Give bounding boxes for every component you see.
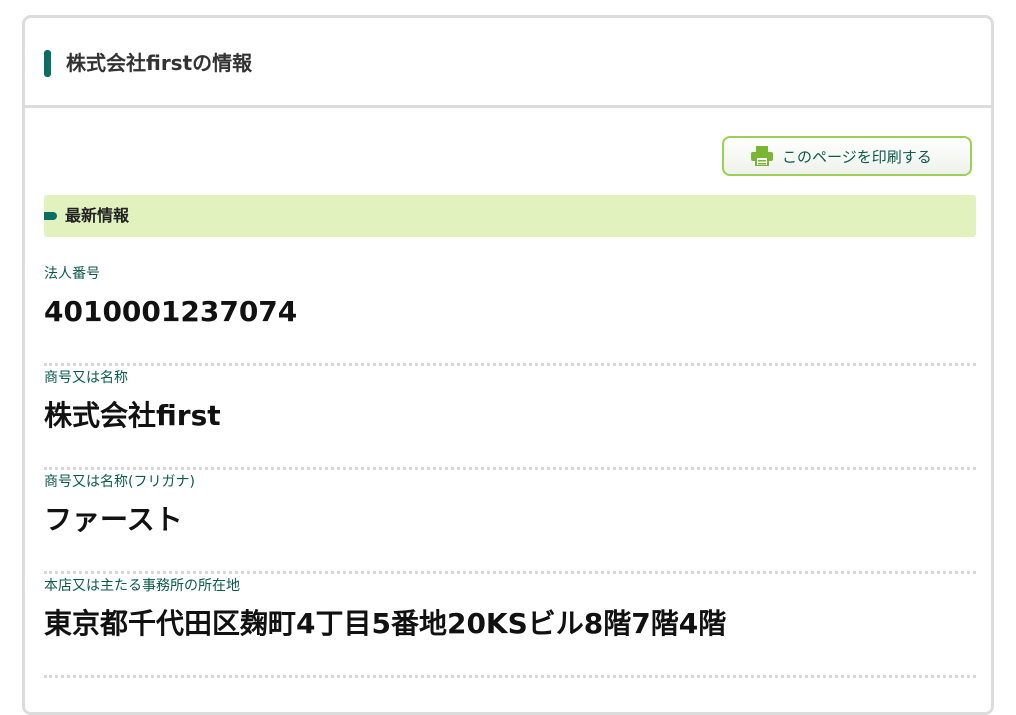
section-title: 最新情報 [65, 206, 130, 225]
field-value: 株式会社first [44, 399, 221, 432]
panel-header: 株式会社firstの情報 [25, 18, 991, 108]
field-value: 東京都千代田区麹町4丁目5番地20KSビル8階7階4階 [44, 607, 727, 640]
print-button-label: このページを印刷する [782, 147, 932, 166]
field-company-name: 商号又は名称 株式会社first [44, 368, 976, 470]
field-label: 本店又は主たる事務所の所在地 [44, 578, 240, 594]
header-accent-bar [44, 50, 51, 77]
section-marker [44, 212, 57, 220]
printer-icon [751, 146, 773, 166]
field-corporate-number: 法人番号 4010001237074 [44, 264, 976, 366]
print-page-button[interactable]: このページを印刷する [722, 136, 972, 176]
field-label: 商号又は名称(フリガナ) [44, 474, 195, 490]
field-value: ファースト [44, 503, 183, 536]
field-head-office-address: 本店又は主たる事務所の所在地 東京都千代田区麹町4丁目5番地20KSビル8階7階… [44, 576, 976, 678]
field-company-name-kana: 商号又は名称(フリガナ) ファースト [44, 472, 976, 574]
field-label: 法人番号 [44, 266, 100, 282]
page-title: 株式会社firstの情報 [66, 51, 253, 75]
field-label: 商号又は名称 [44, 370, 128, 386]
section-header-latest: 最新情報 [44, 195, 976, 237]
field-value: 4010001237074 [44, 295, 298, 328]
company-info-panel: 株式会社firstの情報 このページを印刷する 最新情報 法人番号 401000… [22, 15, 994, 715]
